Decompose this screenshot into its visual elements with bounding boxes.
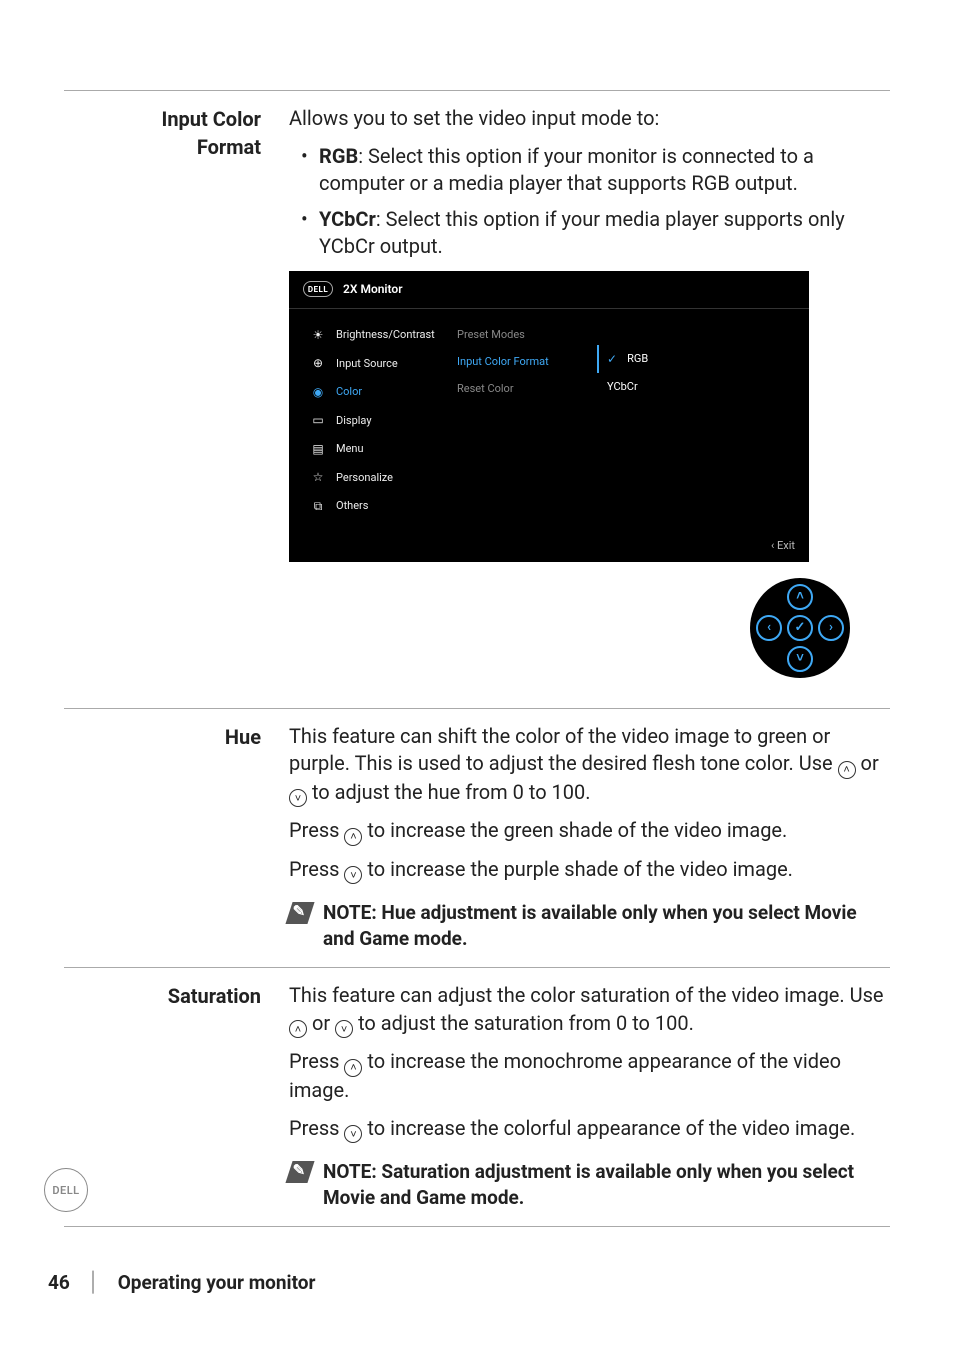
check-icon: ✓ (607, 351, 617, 368)
osd-menu-icon: ⊕ (311, 355, 325, 372)
osd-menu-item: ⧉ Others (311, 492, 441, 521)
footer-separator: │ (88, 1270, 100, 1294)
osd-options: ✓ RGB YCbCr (599, 309, 809, 533)
osd-menu-item: ▤ Menu (311, 435, 441, 464)
osd-menu-icon: ☆ (311, 469, 325, 486)
osd-menu-item: ⊕ Input Source (311, 349, 441, 378)
osd-screenshot: DELL 2X Monitor ☀ Brightness/Contrast ⊕ Inp… (289, 271, 809, 562)
osd-menu-label: Brightness/Contrast (336, 327, 435, 342)
osd-submenu-item: Input Color Format (457, 348, 591, 375)
osd-menu-icon: ☀ (311, 327, 325, 344)
saturation-note: NOTE: Saturation adjustment is available… (289, 1153, 890, 1212)
dell-badge-icon: DELL (44, 1168, 88, 1212)
joystick-nav-cluster: ˄ ‹ ✓ › ˅ (750, 578, 850, 678)
osd-option-label: YCbCr (607, 379, 638, 394)
nav-ok-icon: ✓ (787, 615, 813, 641)
osd-menu-label: Menu (336, 441, 364, 456)
osd-title: 2X Monitor (343, 281, 403, 298)
osd-submenu-item: Preset Modes (457, 321, 591, 348)
chevron-up-icon: ˄ (289, 1020, 307, 1038)
osd-menu-item: ☆ Personalize (311, 463, 441, 492)
osd-menu-label: Color (336, 384, 362, 399)
chevron-down-icon: ˅ (344, 866, 362, 884)
row-content-hue: This feature can shift the color of the … (289, 723, 890, 954)
row-label-saturation: Saturation (64, 982, 289, 1212)
ycbcr-option-desc: YCbCr: Select this option if your media … (305, 206, 890, 261)
chapter-title: Operating your monitor (118, 1271, 316, 1294)
chevron-down-icon: ˅ (289, 789, 307, 807)
row-content-saturation: This feature can adjust the color satura… (289, 982, 890, 1212)
page-footer: 46 │ Operating your monitor (48, 1270, 315, 1294)
osd-option: ✓ RGB (597, 345, 801, 374)
osd-exit: ‹ Exit (289, 532, 809, 561)
chevron-up-icon: ˄ (344, 828, 362, 846)
osd-submenu: Preset ModesInput Color FormatReset Colo… (449, 309, 599, 533)
osd-menu-label: Others (336, 498, 368, 513)
osd-submenu-item: Reset Color (457, 375, 591, 402)
row-label-hue: Hue (64, 723, 289, 954)
dell-logo-icon: DELL (303, 281, 333, 297)
chevron-up-icon: ˄ (344, 1059, 362, 1077)
osd-menu-icon: ▭ (311, 412, 325, 429)
row-content-input-color-format: Allows you to set the video input mode t… (289, 105, 890, 694)
osd-menu-icon: ▤ (311, 441, 325, 458)
osd-menu-item: ☀ Brightness/Contrast (311, 321, 441, 350)
osd-menu-icon: ⧉ (311, 498, 325, 515)
intro-text: Allows you to set the video input mode t… (289, 105, 890, 133)
nav-up-icon: ˄ (787, 584, 813, 610)
note-icon (285, 1161, 314, 1183)
hue-note: NOTE: Hue adjustment is available only w… (289, 894, 890, 953)
osd-menu-label: Input Source (336, 356, 398, 371)
note-icon (285, 902, 314, 924)
osd-menu-icon: ◉ (311, 384, 325, 401)
nav-down-icon: ˅ (787, 646, 813, 672)
row-label-input-color-format: Input Color Format (64, 105, 289, 694)
chevron-down-icon: ˅ (344, 1125, 362, 1143)
page-number: 46 (48, 1271, 70, 1294)
osd-option: YCbCr (607, 373, 801, 400)
chevron-down-icon: ˅ (335, 1020, 353, 1038)
osd-menu-label: Personalize (336, 470, 393, 485)
chevron-up-icon: ˄ (838, 761, 856, 779)
nav-left-icon: ‹ (756, 615, 782, 641)
nav-right-icon: › (818, 615, 844, 641)
osd-main-menu: ☀ Brightness/Contrast ⊕ Input Source ◉ Color ▭… (289, 309, 449, 533)
osd-menu-label: Display (336, 413, 372, 428)
osd-option-label: RGB (627, 351, 648, 366)
osd-menu-item: ▭ Display (311, 406, 441, 435)
osd-menu-item: ◉ Color (311, 378, 441, 407)
rgb-option-desc: RGB: Select this option if your monitor … (305, 143, 890, 198)
